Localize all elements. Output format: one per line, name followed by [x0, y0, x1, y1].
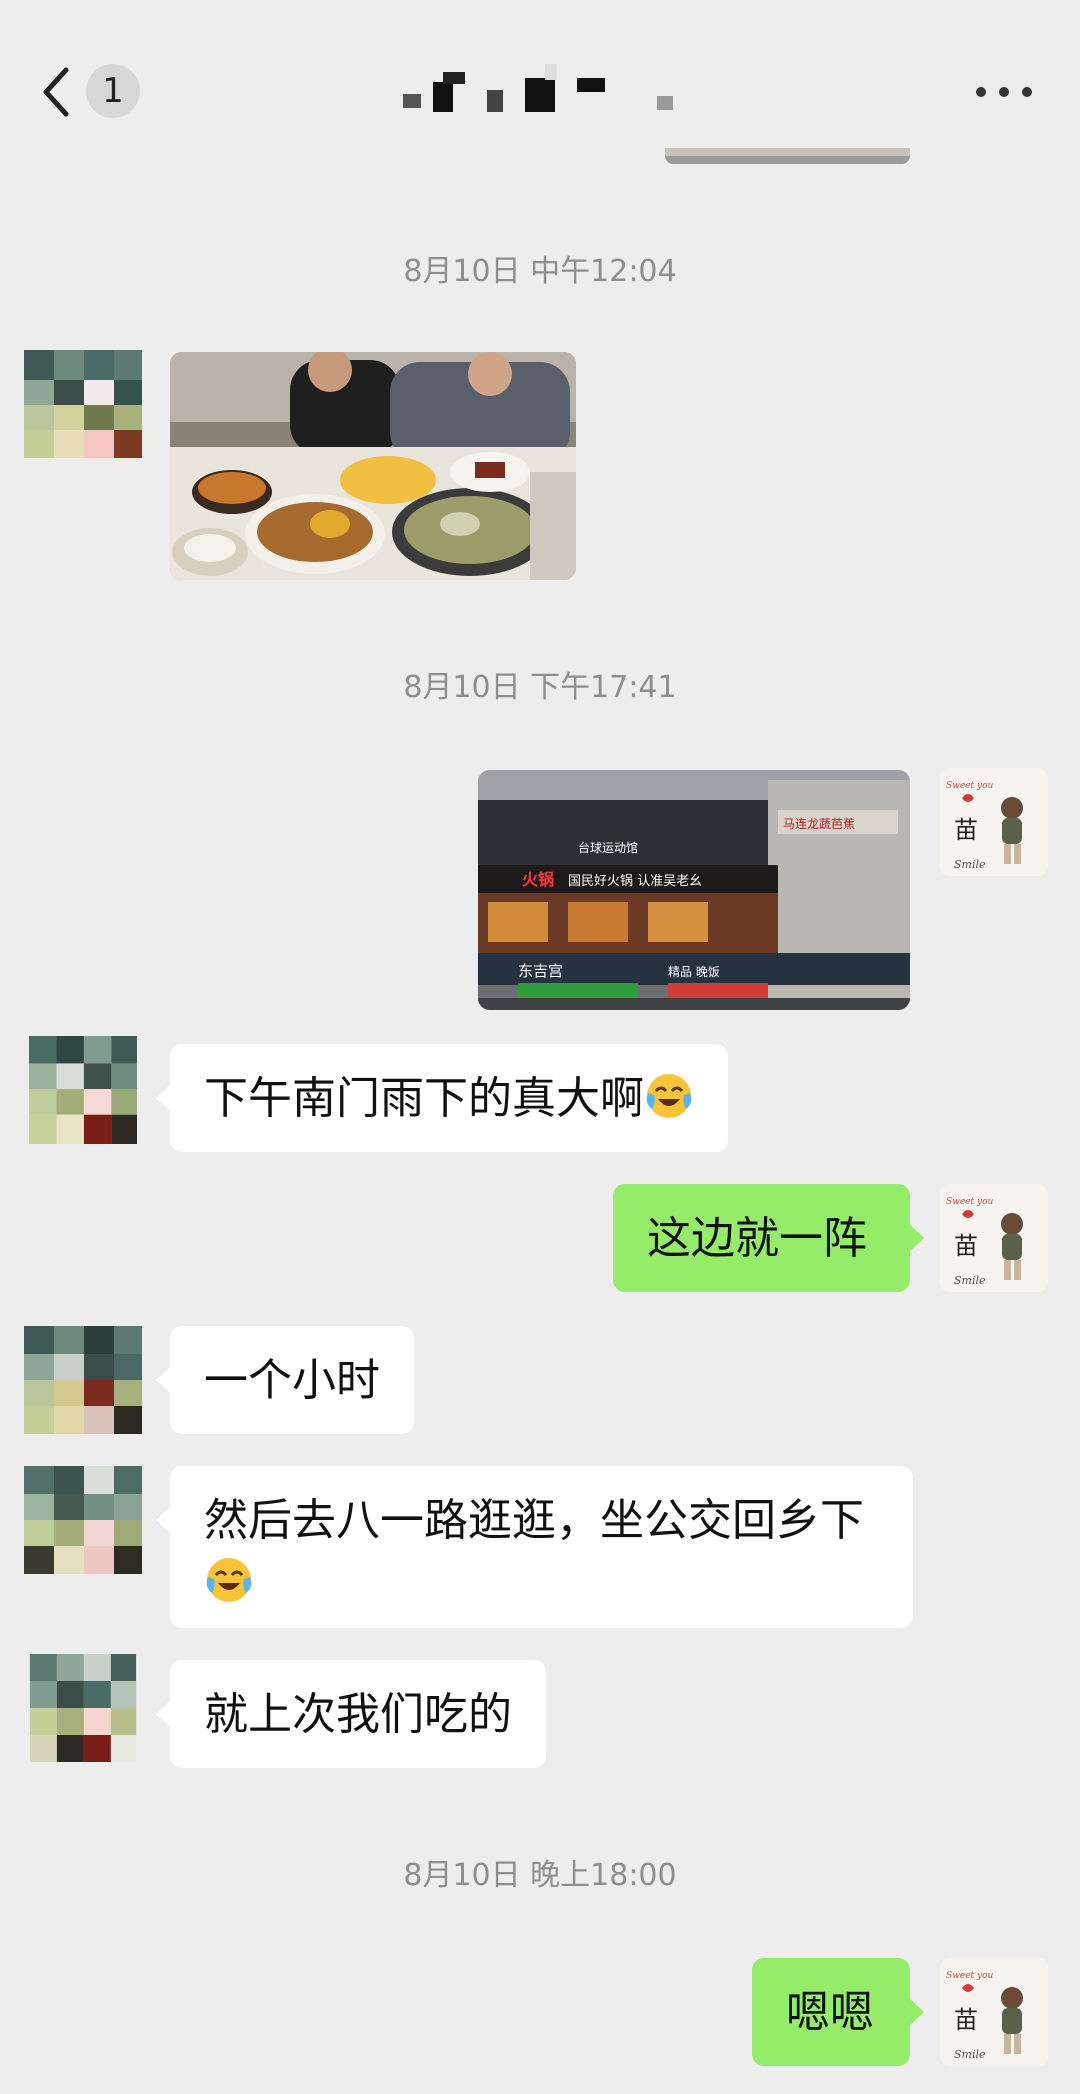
- storefront-sign: 火锅: [522, 870, 554, 889]
- svg-text:Sweet you: Sweet you: [946, 1971, 994, 1981]
- message-bubble[interactable]: 这边就一阵: [613, 1184, 924, 1292]
- message-text: 然后去八一路逛逛，坐公交回乡下: [204, 1495, 864, 1546]
- svg-text:Smile: Smile: [954, 1274, 986, 1287]
- back-arrow-icon[interactable]: [36, 62, 76, 122]
- message-text: 这边就一阵: [647, 1213, 867, 1264]
- timestamp: 8月10日 中午12:04: [403, 254, 677, 289]
- message-text: 一个小时: [204, 1355, 380, 1406]
- message-text: 嗯嗯: [786, 1987, 874, 2038]
- contact-avatar[interactable]: [24, 1326, 142, 1434]
- svg-text:苗: 苗: [954, 1232, 978, 1260]
- restaurant-table-photo[interactable]: [170, 352, 576, 580]
- contact-avatar[interactable]: [24, 1654, 142, 1762]
- message-bubble[interactable]: 嗯嗯: [752, 1958, 924, 2066]
- storefront-sign: 国民好火锅 认准吴老幺: [568, 873, 702, 889]
- message-bubble[interactable]: 然后去八一路逛逛，坐公交回乡下: [156, 1466, 913, 1628]
- my-avatar[interactable]: Sweet you 苗 Smile: [940, 1958, 1048, 2066]
- svg-text:Smile: Smile: [954, 2048, 986, 2061]
- svg-text:苗: 苗: [954, 2006, 978, 2034]
- storefront-sign: 马连龙蔬芭蕉: [783, 816, 855, 831]
- more-options-icon[interactable]: [976, 78, 1032, 106]
- street-storefront-photo[interactable]: 马连龙蔬芭蕉 台球运动馆 火锅 国民好火锅 认准吴老幺 东吉宫 精品 晚饭: [478, 770, 910, 1010]
- message-bubble[interactable]: 一个小时: [156, 1326, 414, 1434]
- svg-text:Sweet you: Sweet you: [946, 781, 994, 791]
- svg-text:Sweet you: Sweet you: [946, 1197, 994, 1207]
- contact-avatar[interactable]: [24, 350, 142, 458]
- message-text: 下午南门雨下的真大啊: [204, 1073, 644, 1124]
- storefront-sign: 台球运动馆: [578, 840, 638, 855]
- crying-laughing-emoji: [646, 1074, 692, 1118]
- contact-avatar[interactable]: [24, 1036, 142, 1144]
- timestamp: 8月10日 下午17:41: [403, 670, 677, 705]
- contact-name-redacted: [403, 64, 673, 112]
- message-text: 就上次我们吃的: [204, 1689, 512, 1740]
- timestamp: 8月10日 晚上18:00: [403, 1858, 677, 1893]
- svg-text:苗: 苗: [954, 816, 978, 844]
- my-avatar[interactable]: Sweet you 苗 Smile: [940, 1184, 1048, 1292]
- unread-count-badge[interactable]: 1: [86, 64, 140, 118]
- storefront-sign: 精品 晚饭: [668, 965, 720, 979]
- previous-message-edge: [665, 148, 910, 164]
- svg-text:Smile: Smile: [954, 858, 986, 871]
- my-avatar[interactable]: Sweet you 苗 Smile: [940, 768, 1048, 876]
- message-bubble[interactable]: 就上次我们吃的: [156, 1660, 546, 1768]
- crying-laughing-emoji: [206, 1558, 252, 1602]
- message-bubble[interactable]: 下午南门雨下的真大啊: [156, 1044, 728, 1152]
- storefront-sign: 东吉宫: [518, 962, 563, 980]
- chat-header: 1: [0, 0, 1080, 164]
- contact-avatar[interactable]: [24, 1466, 142, 1574]
